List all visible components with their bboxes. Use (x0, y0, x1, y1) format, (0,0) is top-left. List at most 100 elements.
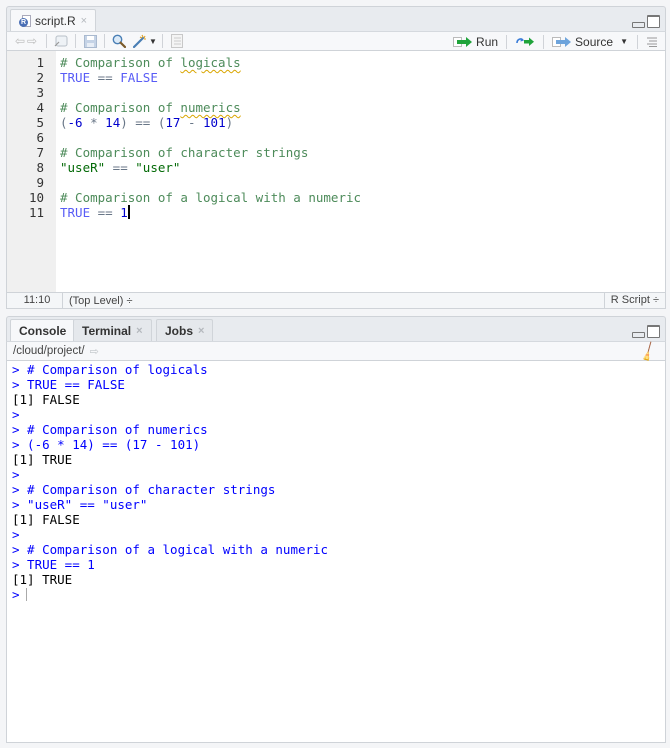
toolbar-divider (543, 34, 545, 49)
working-directory: /cloud/project/ (13, 345, 85, 357)
code-editor[interactable]: 1 # Comparison of logicals 2 TRUE == FALSE 3… (6, 51, 666, 292)
code-line[interactable]: 5 (-6 * 14) == (17 - 101) (7, 115, 665, 130)
file-type-selector[interactable]: R Script ÷ (603, 293, 665, 308)
source-editor-pane: R script.R × ⇦ ⇨ ▼ Run Source ▼ 1 # Comp… (6, 6, 666, 309)
console-input-line: > (7, 467, 665, 482)
console-line-text: > (12, 527, 20, 542)
rerun-icon (516, 37, 535, 46)
code-line[interactable]: 10 # Comparison of a logical with a numer… (7, 190, 665, 205)
r-file-icon: R (19, 14, 31, 28)
rerun-button[interactable] (512, 36, 538, 47)
code-line[interactable]: 6 (7, 130, 665, 145)
console-line-text: [1] FALSE (12, 392, 80, 407)
code-tools-dropdown-icon[interactable]: ▼ (149, 37, 157, 46)
code-token: # Comparison of (60, 100, 181, 115)
console-line-text: > (12, 407, 20, 422)
window-controls (632, 15, 660, 28)
go-to-directory-icon[interactable]: ⇨ (90, 345, 99, 358)
code-token: ) (225, 115, 234, 130)
minimize-pane-button[interactable] (632, 22, 645, 28)
code-token: FALSE (120, 70, 158, 85)
editor-status-bar: 11:10 (Top Level) ÷ R Script ÷ (6, 292, 666, 309)
toolbar-divider (46, 34, 47, 48)
code-token: 101 (203, 115, 226, 130)
code-text: # Comparison of logicals (60, 55, 241, 70)
code-line[interactable]: 3 (7, 85, 665, 100)
close-tab-icon[interactable]: × (136, 325, 142, 337)
code-text: # Comparison of numerics (60, 100, 241, 115)
code-token: TRUE (60, 70, 91, 85)
code-token: TRUE (60, 205, 91, 220)
console-line-text: > (12, 467, 20, 482)
code-text: # Comparison of character strings (60, 145, 308, 160)
console-input-line: > # Comparison of numerics (7, 422, 665, 437)
scope-selector[interactable]: (Top Level) ÷ (63, 295, 133, 307)
tab-console[interactable]: Console (10, 319, 76, 342)
find-icon[interactable] (110, 33, 128, 49)
tab-jobs[interactable]: Jobs × (156, 319, 214, 342)
tab-label: Terminal (82, 324, 132, 338)
toolbar-divider (75, 34, 76, 48)
minimize-pane-button[interactable] (632, 332, 645, 338)
code-token: ) == ( (120, 115, 166, 130)
console-line-text: > # Comparison of character strings (12, 482, 276, 497)
console-line-text: > # Comparison of numerics (12, 422, 208, 437)
tab-label: script.R (35, 14, 76, 28)
console-line-text: > (12, 587, 20, 602)
tab-label: Console (19, 324, 67, 338)
console-output[interactable]: > # Comparison of logicals > TRUE == FALS… (6, 361, 666, 743)
save-icon[interactable] (81, 33, 99, 49)
code-token: == (105, 160, 136, 175)
code-token: == (90, 205, 121, 220)
code-line[interactable]: 9 (7, 175, 665, 190)
maximize-pane-button[interactable] (647, 15, 660, 28)
code-line[interactable]: 4 # Comparison of numerics (7, 100, 665, 115)
close-tab-icon[interactable]: × (198, 325, 204, 337)
console-input-line: > # Comparison of logicals (7, 362, 665, 377)
code-tools-icon[interactable] (132, 33, 150, 49)
source-dropdown-icon[interactable]: ▼ (620, 37, 628, 46)
code-token: ( (60, 115, 68, 130)
code-line[interactable]: 8 "useR" == "user" (7, 160, 665, 175)
console-line-text: > # Comparison of a logical with a numer… (12, 542, 329, 557)
console-output-line: [1] FALSE (7, 392, 665, 407)
show-in-window-icon[interactable] (52, 33, 70, 49)
run-button[interactable]: Run (450, 35, 501, 49)
console-input-cursor[interactable] (25, 588, 27, 601)
console-input-line: > TRUE == 1 (7, 557, 665, 572)
code-token: -6 (67, 115, 83, 130)
console-input-line: > (-6 * 14) == (17 - 101) (7, 437, 665, 452)
console-output-line: [1] FALSE (7, 512, 665, 527)
code-token: 17 (165, 115, 181, 130)
editor-toolbar-right: Run Source ▼ (450, 32, 661, 51)
console-path-bar: /cloud/project/ ⇨ 🧹 (6, 341, 666, 363)
code-line[interactable]: 2 TRUE == FALSE (7, 70, 665, 85)
window-controls (632, 325, 660, 338)
toolbar-divider (104, 34, 105, 48)
line-number: 1 (36, 55, 44, 70)
line-number: 9 (36, 175, 44, 190)
code-text: TRUE == 1 (60, 205, 130, 220)
console-line-text: [1] TRUE (12, 572, 73, 587)
source-arrow-icon (552, 36, 572, 47)
forward-icon[interactable]: ⇨ (23, 33, 41, 49)
maximize-pane-button[interactable] (647, 325, 660, 338)
code-token: # Comparison of (60, 55, 181, 70)
compile-report-icon[interactable] (168, 33, 186, 49)
code-line[interactable]: 11 TRUE == 1 (7, 205, 665, 220)
code-line[interactable]: 7 # Comparison of character strings (7, 145, 665, 160)
code-line[interactable]: 1 # Comparison of logicals (7, 55, 665, 70)
document-outline-icon[interactable] (643, 34, 661, 50)
code-token: - (180, 115, 204, 130)
close-tab-icon[interactable]: × (81, 15, 87, 27)
console-line-text: [1] FALSE (12, 512, 80, 527)
code-token: * (82, 115, 106, 130)
source-button[interactable]: Source (549, 35, 616, 49)
tab-terminal[interactable]: Terminal × (73, 319, 152, 342)
spellcheck-token: logicals (180, 55, 241, 70)
console-input-line: > (7, 407, 665, 422)
console-line-text: > TRUE == FALSE (12, 377, 125, 392)
console-line-text: > "useR" == "user" (12, 497, 148, 512)
run-arrow-icon (453, 36, 473, 47)
tab-script-r[interactable]: R script.R × (10, 9, 97, 32)
